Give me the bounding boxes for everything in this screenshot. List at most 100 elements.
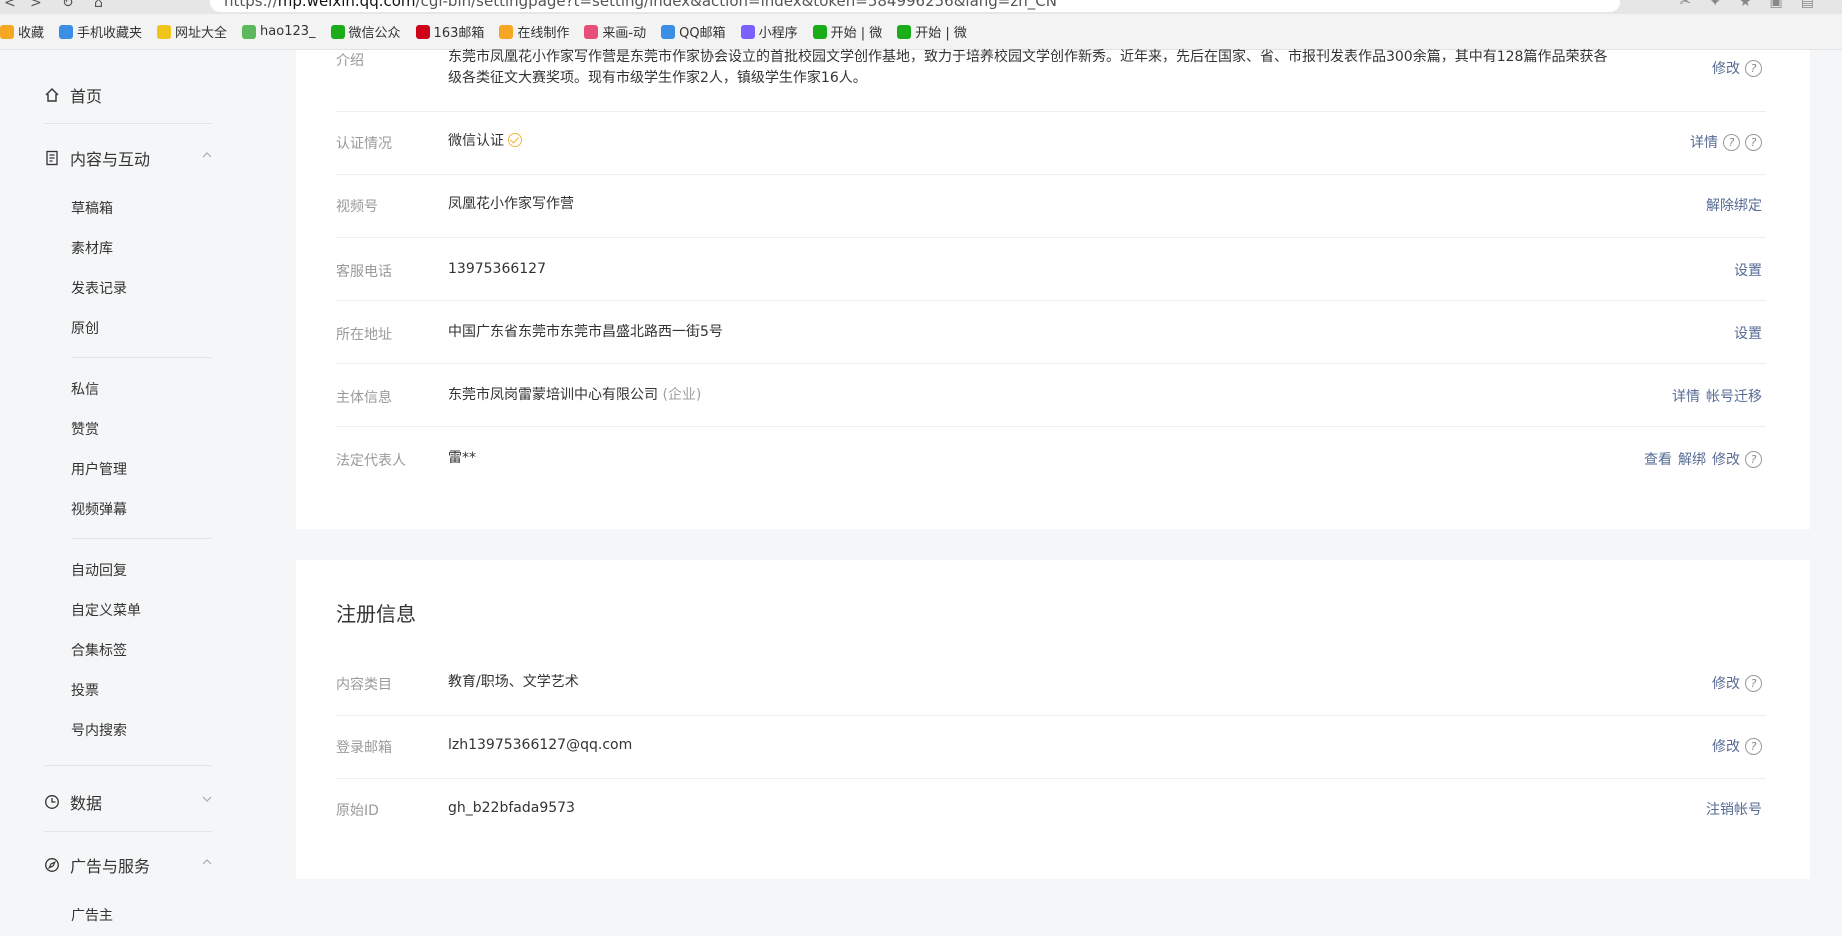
sidebar-content-label: 内容与互动 bbox=[70, 150, 151, 169]
bookmark-item[interactable]: 微信公众 bbox=[330, 22, 401, 41]
email-actions: 修改 ? bbox=[1712, 736, 1762, 756]
legal-unbind-link[interactable]: 解绑 bbox=[1678, 449, 1706, 469]
verified-check-icon bbox=[508, 133, 522, 147]
bookmark-item[interactable]: 在线制作 bbox=[499, 22, 569, 41]
bookmark-label: 开始 | 微 bbox=[830, 26, 883, 41]
bookmark-item[interactable]: 小程序 bbox=[740, 22, 798, 41]
url-field[interactable]: https://mp.weixin.qq.com/cgi-bin/setting… bbox=[210, 0, 1620, 12]
bookmark-label: 手机收藏夹 bbox=[77, 26, 143, 41]
bookmark-label: 网址大全 bbox=[175, 26, 228, 41]
bookmark-favicon-icon bbox=[584, 24, 599, 39]
bookmark-label: 来画-动 bbox=[602, 26, 647, 41]
bookmark-item[interactable]: QQ邮箱 bbox=[661, 22, 726, 41]
unbind-channels-link[interactable]: 解除绑定 bbox=[1706, 195, 1762, 215]
url-host: mp.weixin.qq.com bbox=[277, 0, 416, 10]
channels-value: 凤凰花小作家写作营 bbox=[448, 196, 574, 212]
verify-actions: 详情 ? ? bbox=[1690, 132, 1762, 152]
entity-type: (企业) bbox=[662, 387, 702, 403]
channels-label: 视频号 bbox=[336, 199, 378, 215]
bookmark-label: 小程序 bbox=[758, 26, 798, 41]
sidebar-item-original[interactable]: 原创 bbox=[71, 318, 99, 338]
sidebar-item-messages[interactable]: 私信 bbox=[71, 379, 99, 399]
row-intro: 介绍 东莞市凤凰花小作家写作营是东莞市作家协会设立的首批校园文学创作基地，致力于… bbox=[336, 49, 1766, 112]
channels-actions: 解除绑定 bbox=[1706, 195, 1762, 215]
sidebar-item-collection-tags[interactable]: 合集标签 bbox=[71, 640, 127, 660]
sidebar-home-label: 首页 bbox=[70, 87, 103, 106]
chevron-down-icon[interactable] bbox=[202, 794, 212, 804]
phone-set-link[interactable]: 设置 bbox=[1734, 260, 1762, 280]
bookmark-label: 微信公众 bbox=[348, 26, 401, 41]
sidebar-group-data[interactable]: 数据 bbox=[44, 790, 212, 814]
back-icon[interactable]: < bbox=[4, 0, 16, 11]
sidebar-item-video-danmaku[interactable]: 视频弹幕 bbox=[71, 499, 127, 519]
forward-icon[interactable]: > bbox=[30, 0, 42, 11]
bookmark-item[interactable]: 开始 | 微 bbox=[897, 22, 967, 41]
bookmark-item[interactable]: 网址大全 bbox=[157, 22, 227, 41]
chevron-up-icon[interactable] bbox=[202, 150, 212, 160]
sidebar-item-drafts[interactable]: 草稿箱 bbox=[71, 198, 113, 218]
entity-actions: 详情 帐号迁移 bbox=[1672, 386, 1762, 406]
chevron-up-icon[interactable] bbox=[202, 857, 212, 867]
legal-view-link[interactable]: 查看 bbox=[1644, 449, 1672, 469]
entity-detail-link[interactable]: 详情 bbox=[1672, 386, 1700, 406]
bookmark-favicon-icon bbox=[242, 24, 257, 39]
browser-toolbar-icons[interactable]: ✂✦★▣▤ bbox=[1680, 0, 1832, 10]
verify-label: 认证情况 bbox=[336, 136, 392, 152]
bookmark-item[interactable]: 收藏 bbox=[0, 22, 44, 41]
bookmark-label: 在线制作 bbox=[517, 26, 570, 41]
sidebar-item-custom-menu[interactable]: 自定义菜单 bbox=[71, 600, 141, 620]
verify-detail-link[interactable]: 详情 bbox=[1690, 132, 1718, 152]
question-icon[interactable]: ? bbox=[1723, 133, 1740, 151]
question-icon[interactable]: ? bbox=[1745, 737, 1762, 755]
sidebar: 首页 内容与互动 草稿箱 素材库 发表记录 原创 私信 赞赏 用户管理 视频弹幕… bbox=[0, 50, 290, 936]
legal-edit-link[interactable]: 修改 bbox=[1712, 449, 1740, 469]
sidebar-group-ads[interactable]: 广告与服务 bbox=[44, 853, 212, 877]
sidebar-item-advertiser[interactable]: 广告主 bbox=[71, 905, 113, 925]
category-label: 内容类目 bbox=[336, 677, 392, 693]
email-label: 登录邮箱 bbox=[336, 740, 392, 756]
sidebar-item-appreciation[interactable]: 赞赏 bbox=[71, 419, 99, 439]
address-value: 中国广东省东莞市东莞市昌盛北路西一街5号 bbox=[448, 324, 723, 340]
intro-value: 东莞市凤凰花小作家写作营是东莞市作家协会设立的首批校园文学创作基地，致力于培养校… bbox=[448, 49, 1608, 86]
intro-edit-link[interactable]: 修改 bbox=[1712, 58, 1740, 78]
sidebar-item-home[interactable]: 首页 bbox=[44, 83, 212, 107]
row-phone: 客服电话 13975366127 设置 bbox=[336, 238, 1766, 301]
account-migration-link[interactable]: 帐号迁移 bbox=[1706, 386, 1762, 406]
row-category: 内容类目 教育/职场、文学艺术 修改 ? bbox=[336, 653, 1766, 716]
pie-chart-icon bbox=[45, 795, 59, 809]
sidebar-item-users[interactable]: 用户管理 bbox=[71, 459, 127, 479]
question-icon[interactable]: ? bbox=[1745, 674, 1762, 692]
sidebar-item-vote[interactable]: 投票 bbox=[71, 680, 99, 700]
sidebar-group-content[interactable]: 内容与互动 bbox=[44, 146, 212, 170]
bookmark-item[interactable]: 163邮箱 bbox=[415, 22, 484, 41]
refresh-icon[interactable]: ↻ bbox=[62, 0, 74, 11]
bookmark-item[interactable]: 来画-动 bbox=[584, 22, 646, 41]
sidebar-item-publish-records[interactable]: 发表记录 bbox=[71, 278, 127, 298]
question-icon[interactable]: ? bbox=[1745, 59, 1762, 77]
sidebar-divider bbox=[44, 765, 212, 766]
sidebar-item-auto-reply[interactable]: 自动回复 bbox=[71, 560, 127, 580]
origin-id-actions: 注销帐号 bbox=[1706, 799, 1762, 819]
sidebar-item-in-account-search[interactable]: 号内搜索 bbox=[71, 720, 127, 740]
bookmark-favicon-icon bbox=[812, 24, 827, 39]
deregister-account-link[interactable]: 注销帐号 bbox=[1706, 799, 1762, 819]
phone-label: 客服电话 bbox=[336, 264, 392, 280]
email-edit-link[interactable]: 修改 bbox=[1712, 736, 1740, 756]
bookmark-item[interactable]: 开始 | 微 bbox=[812, 22, 883, 41]
home-icon bbox=[45, 88, 59, 102]
intro-actions: 修改 ? bbox=[1712, 58, 1762, 78]
question-icon[interactable]: ? bbox=[1745, 450, 1762, 468]
verify-value: 微信认证 bbox=[448, 133, 504, 149]
address-actions: 设置 bbox=[1734, 323, 1762, 343]
question-icon[interactable]: ? bbox=[1745, 133, 1762, 151]
home-browser-icon[interactable]: ⌂ bbox=[94, 0, 103, 11]
bookmark-label: 收藏 bbox=[18, 26, 45, 41]
address-set-link[interactable]: 设置 bbox=[1734, 323, 1762, 343]
bookmark-item[interactable]: 手机收藏夹 bbox=[59, 22, 142, 41]
bookmark-item[interactable]: hao123_ bbox=[242, 24, 316, 39]
compass-icon bbox=[45, 858, 59, 872]
sidebar-item-materials[interactable]: 素材库 bbox=[71, 238, 113, 258]
sidebar-divider bbox=[44, 831, 212, 832]
category-edit-link[interactable]: 修改 bbox=[1712, 673, 1740, 693]
entity-label: 主体信息 bbox=[336, 390, 392, 406]
